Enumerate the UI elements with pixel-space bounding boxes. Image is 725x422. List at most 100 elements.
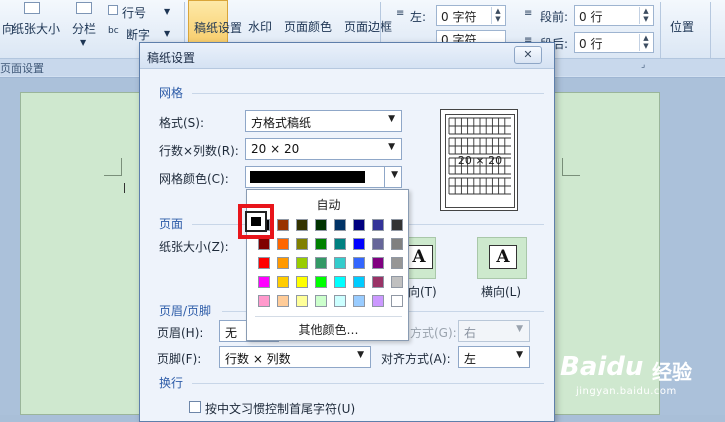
- columns-button[interactable]: 分栏: [72, 20, 96, 37]
- color-swatch[interactable]: [353, 257, 365, 269]
- footer-label: 页脚(F):: [157, 352, 202, 366]
- grid-color-dropdown-button[interactable]: ▼: [385, 166, 402, 188]
- spacing-before-icon: ≡: [524, 8, 533, 19]
- spacing-before-spinner[interactable]: ▲ ▼: [639, 7, 652, 24]
- color-swatch[interactable]: [372, 238, 384, 250]
- color-swatch[interactable]: [315, 276, 327, 288]
- ribbon-separator: [660, 2, 661, 58]
- spacing-after-input[interactable]: 0 行 ▲ ▼: [574, 32, 654, 53]
- color-swatch[interactable]: [296, 219, 308, 231]
- color-swatch[interactable]: [353, 238, 365, 250]
- line-number-button[interactable]: 行号: [122, 4, 146, 21]
- rowcol-label: 行数×列数(R):: [159, 144, 239, 158]
- page-border-button[interactable]: 页面边框: [344, 18, 392, 35]
- indent-left-icon: ≡: [396, 8, 405, 19]
- indent-left-value: 0 字符: [441, 10, 477, 24]
- paper-size-label: 纸张大小(Z):: [159, 240, 229, 254]
- grid-preview: 20 × 20: [440, 109, 518, 211]
- color-swatch[interactable]: [353, 219, 365, 231]
- color-swatch[interactable]: [353, 276, 365, 288]
- watermark-button[interactable]: 水印: [248, 18, 272, 35]
- more-colors-option[interactable]: 其他颜色…: [247, 321, 410, 338]
- color-swatch[interactable]: [277, 276, 289, 288]
- format-label: 格式(S):: [159, 116, 205, 130]
- landscape-icon: A: [489, 245, 517, 269]
- color-swatch[interactable]: [296, 238, 308, 250]
- color-swatch[interactable]: [315, 295, 327, 307]
- wrap-checkbox[interactable]: [189, 401, 201, 413]
- indent-right-input[interactable]: 0 字符: [436, 30, 506, 47]
- hyphenation-dropdown-icon[interactable]: ▼: [164, 29, 170, 38]
- color-swatch[interactable]: [391, 257, 403, 269]
- portrait-label[interactable]: 向(T): [408, 283, 437, 300]
- color-swatch[interactable]: [315, 257, 327, 269]
- paper-size-button[interactable]: 纸张大小: [12, 20, 60, 37]
- color-swatch[interactable]: [258, 238, 270, 250]
- page-setup-group-label: 页面设置: [0, 62, 44, 75]
- color-swatch[interactable]: [277, 238, 289, 250]
- close-button[interactable]: ✕: [514, 46, 542, 64]
- color-swatch[interactable]: [277, 219, 289, 231]
- color-swatch[interactable]: [372, 295, 384, 307]
- color-swatch[interactable]: [258, 276, 270, 288]
- color-swatch[interactable]: [258, 295, 270, 307]
- baidu-url: jingyan.baidu.com: [576, 386, 677, 397]
- dialog-launcher-icon[interactable]: ⌟: [641, 60, 645, 70]
- color-swatch[interactable]: [372, 219, 384, 231]
- header-align-value: 右: [464, 326, 477, 340]
- chevron-down-icon: ▼: [516, 324, 523, 334]
- color-swatch[interactable]: [334, 238, 346, 250]
- header-align-label: 方式(G):: [410, 326, 457, 340]
- popup-divider: [255, 316, 402, 317]
- wrap-checkbox-label[interactable]: 按中文习惯控制首尾字符(U): [205, 400, 355, 417]
- hyphenation-button[interactable]: 断字: [126, 26, 150, 43]
- landscape-label[interactable]: 横向(L): [481, 283, 521, 300]
- color-swatch[interactable]: [391, 219, 403, 231]
- color-swatch[interactable]: [296, 295, 308, 307]
- columns-dropdown-icon[interactable]: ▼: [80, 38, 86, 47]
- rowcol-select[interactable]: 20 × 20 ▼: [245, 138, 402, 160]
- color-swatch[interactable]: [334, 257, 346, 269]
- indent-left-spinner[interactable]: ▲ ▼: [491, 7, 504, 24]
- format-select[interactable]: 方格式稿纸 ▼: [245, 110, 402, 132]
- color-swatch[interactable]: [315, 219, 327, 231]
- footer-align-select[interactable]: 左 ▼: [458, 346, 530, 368]
- close-icon: ✕: [523, 48, 533, 61]
- color-swatch[interactable]: [315, 238, 327, 250]
- spacing-after-spinner[interactable]: ▲ ▼: [639, 34, 652, 51]
- landscape-option[interactable]: A: [477, 237, 527, 279]
- chevron-down-icon: ▼: [388, 114, 395, 124]
- grid-color-label: 网格颜色(C):: [159, 172, 229, 186]
- selected-color-swatch[interactable]: [251, 217, 261, 226]
- color-swatch[interactable]: [353, 295, 365, 307]
- dialog-title: 稿纸设置: [147, 51, 196, 65]
- color-swatch[interactable]: [391, 238, 403, 250]
- color-swatch[interactable]: [372, 276, 384, 288]
- header-value: 无: [225, 326, 238, 340]
- dialog-titlebar[interactable]: 稿纸设置 ✕: [140, 43, 554, 69]
- color-swatch[interactable]: [258, 257, 270, 269]
- page-color-button[interactable]: 页面颜色: [284, 18, 332, 35]
- color-swatch[interactable]: [334, 295, 346, 307]
- section-divider: [192, 93, 544, 94]
- color-swatch[interactable]: [277, 257, 289, 269]
- baidu-logo-cn: 经验: [652, 360, 692, 384]
- color-swatch[interactable]: [391, 295, 403, 307]
- color-swatch[interactable]: [334, 276, 346, 288]
- color-swatch[interactable]: [372, 257, 384, 269]
- color-swatch[interactable]: [296, 276, 308, 288]
- line-number-dropdown-icon[interactable]: ▼: [164, 7, 170, 16]
- header-label: 页眉(H):: [157, 326, 204, 340]
- grid-color-select[interactable]: [245, 166, 385, 188]
- section-divider: [192, 383, 544, 384]
- color-swatch[interactable]: [296, 257, 308, 269]
- color-swatch[interactable]: [391, 276, 403, 288]
- indent-left-input[interactable]: 0 字符 ▲ ▼: [436, 5, 506, 26]
- position-button[interactable]: 位置: [670, 18, 694, 35]
- line-number-icon: [108, 5, 118, 15]
- header-align-select[interactable]: 右 ▼: [458, 320, 530, 342]
- color-swatch[interactable]: [277, 295, 289, 307]
- color-swatch[interactable]: [334, 219, 346, 231]
- footer-select[interactable]: 行数 × 列数 ▼: [219, 346, 371, 368]
- spacing-before-input[interactable]: 0 行 ▲ ▼: [574, 5, 654, 26]
